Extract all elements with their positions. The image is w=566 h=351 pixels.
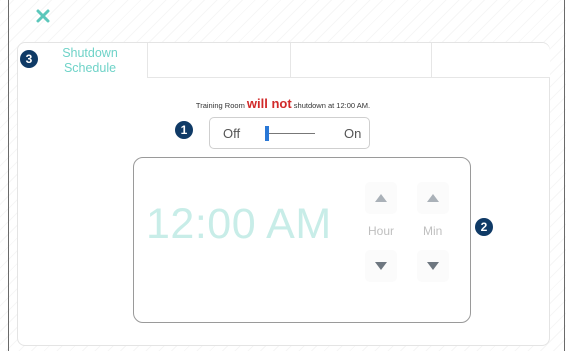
time-display: 12:00 AM bbox=[146, 200, 332, 248]
tab-empty-3[interactable] bbox=[291, 43, 432, 78]
step-badge-3: 3 bbox=[20, 50, 38, 68]
status-emphasis: will not bbox=[246, 96, 292, 111]
min-down-button[interactable] bbox=[417, 250, 449, 282]
hour-down-button[interactable] bbox=[365, 250, 397, 282]
hour-up-button[interactable] bbox=[365, 182, 397, 214]
min-up-button[interactable] bbox=[417, 182, 449, 214]
close-icon[interactable] bbox=[35, 8, 51, 24]
shutdown-toggle[interactable]: Off On bbox=[209, 117, 370, 149]
triangle-up-icon bbox=[427, 194, 439, 202]
triangle-down-icon bbox=[375, 262, 387, 270]
toggle-on-label: On bbox=[344, 126, 362, 141]
min-label: Min bbox=[423, 224, 443, 238]
toggle-thumb[interactable] bbox=[265, 126, 269, 141]
shutdown-status-text: Training Room will not shutdown at 12:00… bbox=[0, 96, 566, 111]
tab-empty-2[interactable] bbox=[148, 43, 291, 78]
triangle-down-icon bbox=[427, 262, 439, 270]
hour-label: Hour bbox=[368, 224, 395, 238]
toggle-off-label: Off bbox=[223, 126, 241, 141]
status-suffix: shutdown at 12:00 AM. bbox=[291, 101, 371, 110]
step-badge-2: 2 bbox=[475, 218, 493, 236]
status-prefix: Training Room bbox=[195, 101, 247, 110]
triangle-up-icon bbox=[375, 194, 387, 202]
toggle-track[interactable] bbox=[265, 133, 315, 134]
tab-label: Shutdown Schedule bbox=[62, 46, 118, 75]
time-picker: 12:00 AM Hour Min bbox=[133, 157, 471, 323]
tab-empty-4[interactable] bbox=[432, 43, 550, 78]
step-badge-1: 1 bbox=[175, 121, 193, 139]
